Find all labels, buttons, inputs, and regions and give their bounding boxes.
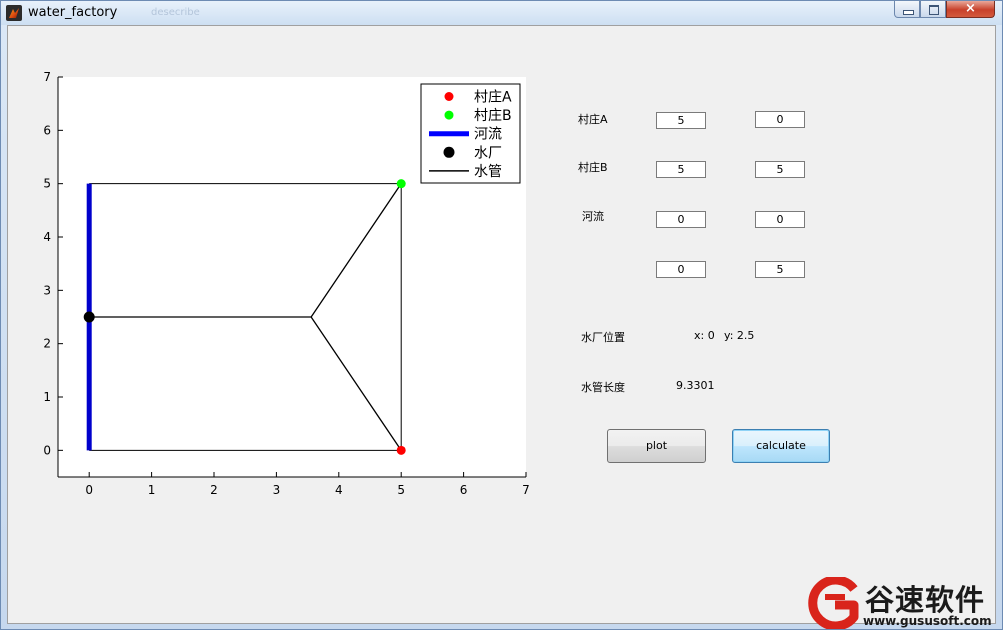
- watermark-brand-name: 谷速软件: [865, 583, 986, 617]
- watermark-url: www.gususoft.com: [863, 614, 992, 628]
- village-a-y-input[interactable]: 0: [755, 111, 805, 128]
- water-plant-point: [83, 311, 95, 323]
- river-p1-y-input[interactable]: 0: [755, 211, 805, 228]
- x-tick-label: 7: [522, 483, 530, 497]
- pipe-length-value: 9.3301: [676, 379, 715, 392]
- river-label: 河流: [582, 210, 604, 223]
- pipe-line-2: [310, 183, 402, 318]
- legend-label-4: 水厂: [474, 145, 502, 161]
- legend-marker-4: [443, 146, 455, 158]
- x-tick-label: 4: [335, 483, 343, 497]
- y-tick-label: 1: [43, 390, 51, 404]
- calculate-button[interactable]: calculate: [732, 429, 830, 463]
- legend-marker-2: [444, 110, 454, 120]
- village-b-label: 村庄B: [578, 161, 608, 174]
- y-tick-label: 7: [43, 70, 51, 84]
- y-tick-label: 3: [43, 283, 51, 297]
- village-b-y-input[interactable]: 5: [755, 161, 805, 178]
- gususoft-logo-icon: [808, 577, 859, 629]
- pipe-length-label: 水管长度: [581, 381, 625, 394]
- village-a-x-input[interactable]: 5: [656, 112, 706, 129]
- legend-marker-1: [444, 92, 454, 101]
- river-p2-y-input[interactable]: 5: [755, 261, 805, 278]
- plot-axes: 0 1 2 3 4 5 6 7 0 1 2 3 4 5 6 7 村庄A村庄B 河流水厂水管: [43, 70, 530, 497]
- river-p2-x-input[interactable]: 0: [656, 261, 706, 278]
- legend-label-2: 村庄B: [474, 107, 512, 124]
- y-tick-label: 2: [43, 337, 51, 351]
- y-tick-label: 6: [43, 123, 51, 137]
- plant-position-label: 水厂位置: [581, 331, 625, 344]
- x-tick-label: 6: [460, 483, 468, 497]
- x-tick-label: 2: [210, 483, 218, 497]
- y-tick-label: 0: [43, 443, 51, 457]
- x-tick-label: 1: [148, 483, 156, 497]
- legend-label-3: 河流: [474, 127, 502, 143]
- pipe-line-3: [310, 316, 402, 451]
- village-a-point: [396, 445, 406, 455]
- plant-y-value: y: 2.5: [724, 329, 755, 342]
- plot-button[interactable]: plot: [607, 429, 706, 463]
- plant-x-value: x: 0: [694, 329, 715, 342]
- village-b-x-input[interactable]: 5: [656, 161, 706, 178]
- village-b-point: [396, 179, 406, 189]
- river-p1-x-input[interactable]: 0: [656, 211, 706, 228]
- x-tick-label: 3: [273, 483, 281, 497]
- legend-label-5: 水管: [474, 164, 502, 180]
- app-window: water_factory desecribe × 01234567012345…: [0, 0, 1003, 630]
- village-a-label: 村庄A: [578, 113, 608, 126]
- x-tick-label: 0: [85, 483, 93, 497]
- legend-label-1: 村庄A: [474, 89, 512, 106]
- y-tick-label: 4: [43, 230, 51, 244]
- x-tick-label: 5: [397, 483, 405, 497]
- y-tick-label: 5: [43, 177, 51, 191]
